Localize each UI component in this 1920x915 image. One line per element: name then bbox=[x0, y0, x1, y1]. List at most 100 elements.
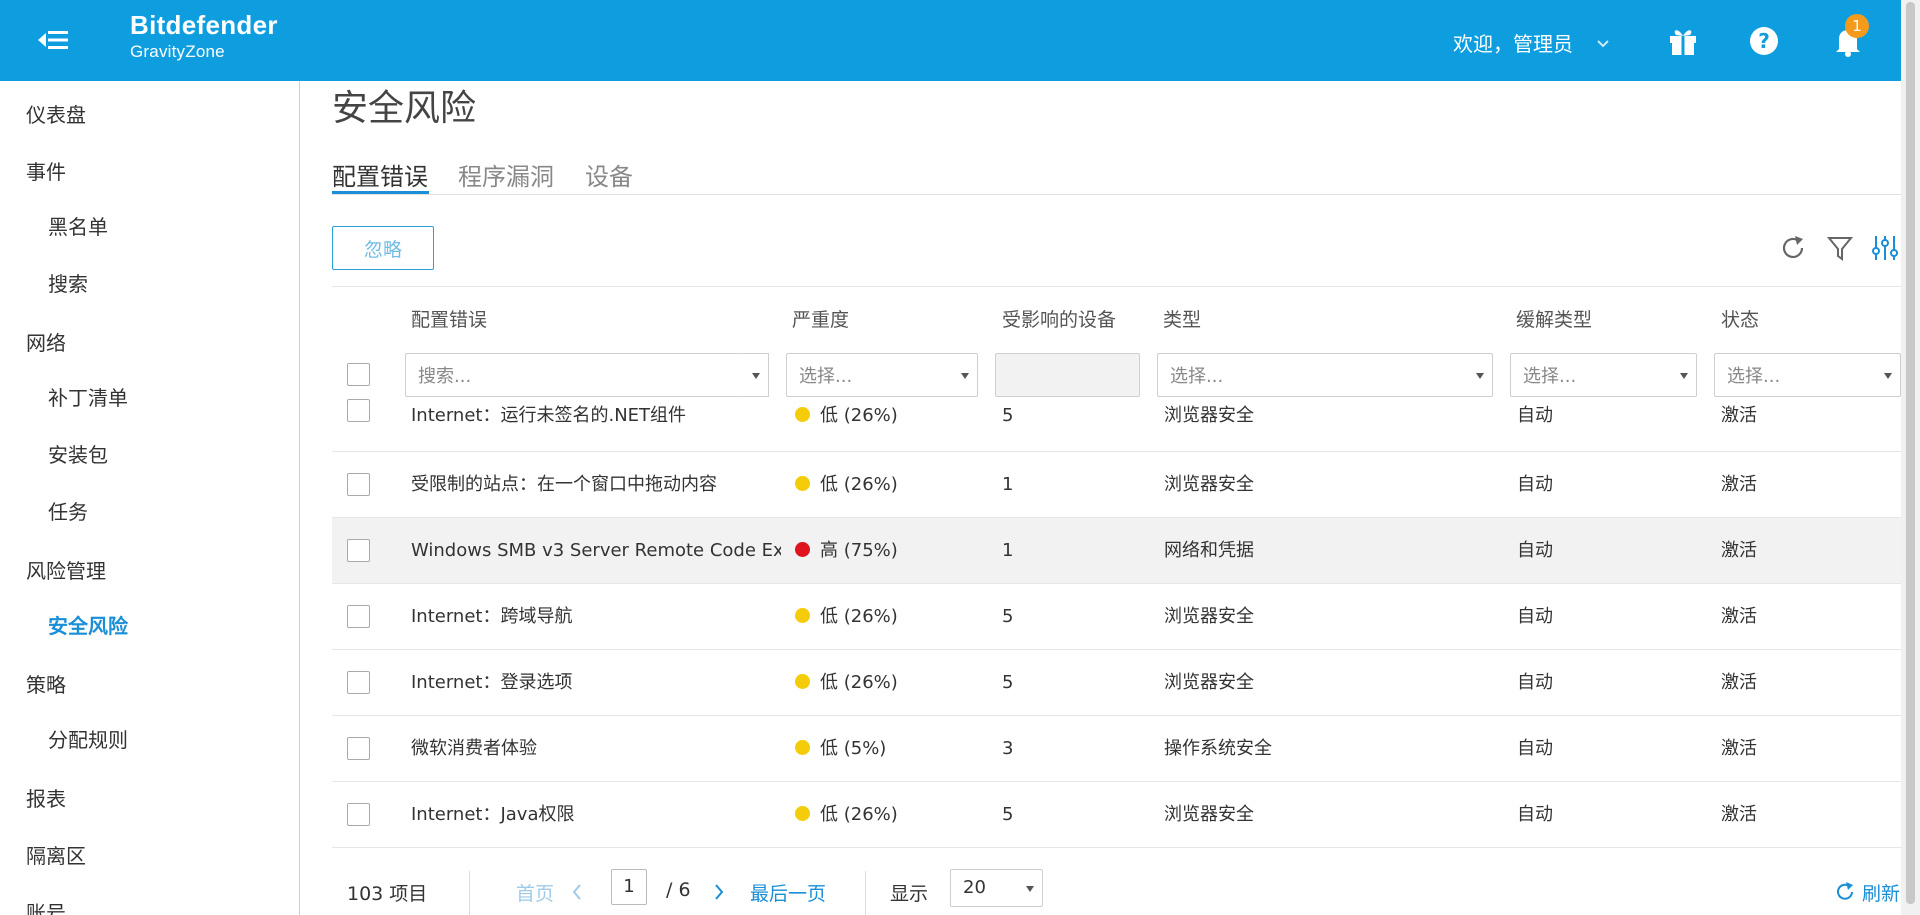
sidebar-item-tasks[interactable]: 任务 bbox=[48, 496, 88, 525]
row-checkbox[interactable] bbox=[347, 737, 370, 760]
sidebar-item-accounts[interactable]: 账号 bbox=[26, 897, 66, 915]
active-tab-indicator bbox=[332, 191, 429, 194]
divider bbox=[469, 871, 470, 915]
table-row[interactable]: 受限制的站点：在一个窗口中拖动内容 低 (26%) 1 浏览器安全 自动 激活 bbox=[332, 452, 1901, 518]
filter-icon[interactable] bbox=[1825, 233, 1855, 263]
sidebar-item-network[interactable]: 网络 bbox=[26, 327, 66, 356]
page-size-select[interactable]: 20 bbox=[950, 869, 1043, 907]
row-mitigation: 自动 bbox=[1517, 606, 1553, 627]
sidebar-item-policies[interactable]: 策略 bbox=[26, 669, 66, 698]
row-misconfiguration-name[interactable]: Internet：登录选项 bbox=[411, 650, 781, 716]
tab-devices[interactable]: 设备 bbox=[585, 157, 633, 198]
col-header-affected-devices[interactable]: 受影响的设备 bbox=[1002, 305, 1116, 332]
row-checkbox[interactable] bbox=[347, 803, 370, 826]
sidebar-item-search[interactable]: 搜索 bbox=[48, 268, 88, 297]
page-number-input[interactable]: 1 bbox=[611, 869, 647, 905]
table-row[interactable]: Internet：登录选项 低 (26%) 5 浏览器安全 自动 激活 bbox=[332, 650, 1901, 716]
page-size-value: 20 bbox=[963, 877, 986, 898]
tab-app-vulnerabilities[interactable]: 程序漏洞 bbox=[458, 157, 554, 198]
col-header-status[interactable]: 状态 bbox=[1721, 305, 1759, 332]
row-type: 浏览器安全 bbox=[1164, 804, 1254, 825]
row-misconfiguration-name[interactable]: Internet：运行未签名的.NET组件 bbox=[411, 391, 781, 441]
prev-page-icon[interactable] bbox=[570, 882, 584, 902]
row-misconfiguration-name[interactable]: 受限制的站点：在一个窗口中拖动内容 bbox=[411, 452, 781, 518]
refresh-icon[interactable] bbox=[1778, 233, 1808, 263]
sidebar-item-risk-management[interactable]: 风险管理 bbox=[26, 555, 106, 584]
page-scrollbar[interactable] bbox=[1901, 0, 1920, 915]
row-misconfiguration-name[interactable]: Windows SMB v3 Server Remote Code Exe... bbox=[411, 518, 781, 584]
row-severity: 低 (26%) bbox=[795, 584, 945, 650]
col-header-severity[interactable]: 严重度 bbox=[792, 305, 849, 332]
search-placeholder: 搜索... bbox=[418, 366, 472, 387]
row-severity: 低 (5%) bbox=[795, 716, 945, 782]
sidebar-item-events[interactable]: 事件 bbox=[26, 156, 66, 185]
table-row[interactable]: Internet：运行未签名的.NET组件 低 (26%) 5 浏览器安全 自动… bbox=[332, 391, 1901, 452]
total-items: 103 项目 bbox=[347, 883, 428, 905]
gift-icon[interactable] bbox=[1666, 24, 1700, 58]
row-devices: 5 bbox=[1002, 804, 1014, 825]
col-header-mitigation-type[interactable]: 缓解类型 bbox=[1516, 305, 1592, 332]
sidebar-item-security-risks[interactable]: 安全风险 bbox=[48, 610, 128, 639]
menu-collapse-icon[interactable] bbox=[36, 24, 72, 56]
severity-dot-icon bbox=[795, 542, 810, 557]
row-status: 激活 bbox=[1721, 672, 1757, 693]
row-checkbox[interactable] bbox=[347, 605, 370, 628]
help-icon[interactable]: ? bbox=[1747, 24, 1781, 58]
tabs: 配置错误 程序漏洞 设备 bbox=[332, 157, 1901, 277]
row-severity: 低 (26%) bbox=[795, 650, 945, 716]
row-status: 激活 bbox=[1721, 804, 1757, 825]
sidebar-item-patch-inventory[interactable]: 补丁清单 bbox=[48, 382, 128, 411]
row-misconfiguration-name[interactable]: Internet：Java权限 bbox=[411, 782, 781, 848]
row-devices: 5 bbox=[1002, 405, 1014, 426]
row-checkbox[interactable] bbox=[347, 399, 370, 422]
sidebar-item-packages[interactable]: 安装包 bbox=[48, 439, 108, 468]
table-row[interactable]: Internet：跨域导航 低 (26%) 5 浏览器安全 自动 激活 bbox=[332, 584, 1901, 650]
row-checkbox[interactable] bbox=[347, 473, 370, 496]
welcome-text: 欢迎，管理员 bbox=[1453, 32, 1573, 56]
col-header-misconfiguration[interactable]: 配置错误 bbox=[411, 305, 487, 332]
sidebar-item-reports[interactable]: 报表 bbox=[26, 783, 66, 812]
refresh-link[interactable]: 刷新 bbox=[1862, 879, 1900, 906]
row-misconfiguration-name[interactable]: Internet：跨域导航 bbox=[411, 584, 781, 650]
severity-dot-icon bbox=[795, 740, 810, 755]
last-page-link[interactable]: 最后一页 bbox=[750, 879, 826, 906]
table-row[interactable]: Windows SMB v3 Server Remote Code Exe...… bbox=[332, 518, 1901, 584]
sidebar-item-assignment-rules[interactable]: 分配规则 bbox=[48, 724, 128, 753]
scrollbar-thumb[interactable] bbox=[1906, 2, 1915, 904]
col-header-type[interactable]: 类型 bbox=[1163, 305, 1201, 332]
row-type: 浏览器安全 bbox=[1164, 474, 1254, 495]
severity-dot-icon bbox=[795, 407, 810, 422]
sidebar-item-quarantine[interactable]: 隔离区 bbox=[26, 840, 86, 869]
row-checkbox[interactable] bbox=[347, 539, 370, 562]
next-page-icon[interactable] bbox=[712, 882, 726, 902]
table-row[interactable]: 微软消费者体验 低 (5%) 3 操作系统安全 自动 激活 bbox=[332, 716, 1901, 782]
row-misconfiguration-name[interactable]: 微软消费者体验 bbox=[411, 716, 781, 782]
table-row[interactable]: Internet：Java权限 低 (26%) 5 浏览器安全 自动 激活 bbox=[332, 782, 1901, 848]
table-top-border bbox=[332, 286, 1901, 287]
select-all-checkbox[interactable] bbox=[347, 363, 370, 386]
row-severity-text: 低 (26%) bbox=[820, 804, 898, 825]
row-checkbox[interactable] bbox=[347, 671, 370, 694]
tabs-divider bbox=[332, 194, 1901, 195]
top-bar: Bitdefender GravityZone 欢迎，管理员 ? 1 bbox=[0, 0, 1901, 81]
sidebar-item-dashboard[interactable]: 仪表盘 bbox=[26, 99, 86, 128]
row-devices: 1 bbox=[1002, 474, 1014, 495]
row-severity-text: 低 (5%) bbox=[820, 738, 887, 759]
row-severity: 高 (75%) bbox=[795, 518, 945, 584]
row-type: 操作系统安全 bbox=[1164, 738, 1272, 759]
columns-settings-icon[interactable] bbox=[1870, 233, 1900, 263]
row-devices: 5 bbox=[1002, 606, 1014, 627]
ignore-button[interactable]: 忽略 bbox=[332, 226, 434, 270]
logo[interactable]: Bitdefender GravityZone bbox=[130, 12, 278, 60]
main-content: 安全风险 配置错误 程序漏洞 设备 忽略 配置错误 严重度 受影响的设备 类型 … bbox=[301, 81, 1901, 915]
user-menu[interactable]: 欢迎，管理员 bbox=[1453, 28, 1611, 57]
row-status: 激活 bbox=[1721, 540, 1757, 561]
refresh-icon[interactable] bbox=[1834, 881, 1856, 903]
row-status: 激活 bbox=[1721, 405, 1757, 426]
mitigation-filter-placeholder: 选择... bbox=[1523, 366, 1577, 387]
sidebar-item-blacklist[interactable]: 黑名单 bbox=[48, 211, 108, 240]
row-mitigation: 自动 bbox=[1517, 540, 1553, 561]
row-devices: 1 bbox=[1002, 540, 1014, 561]
row-type: 浏览器安全 bbox=[1164, 606, 1254, 627]
first-page-link[interactable]: 首页 bbox=[516, 879, 554, 906]
